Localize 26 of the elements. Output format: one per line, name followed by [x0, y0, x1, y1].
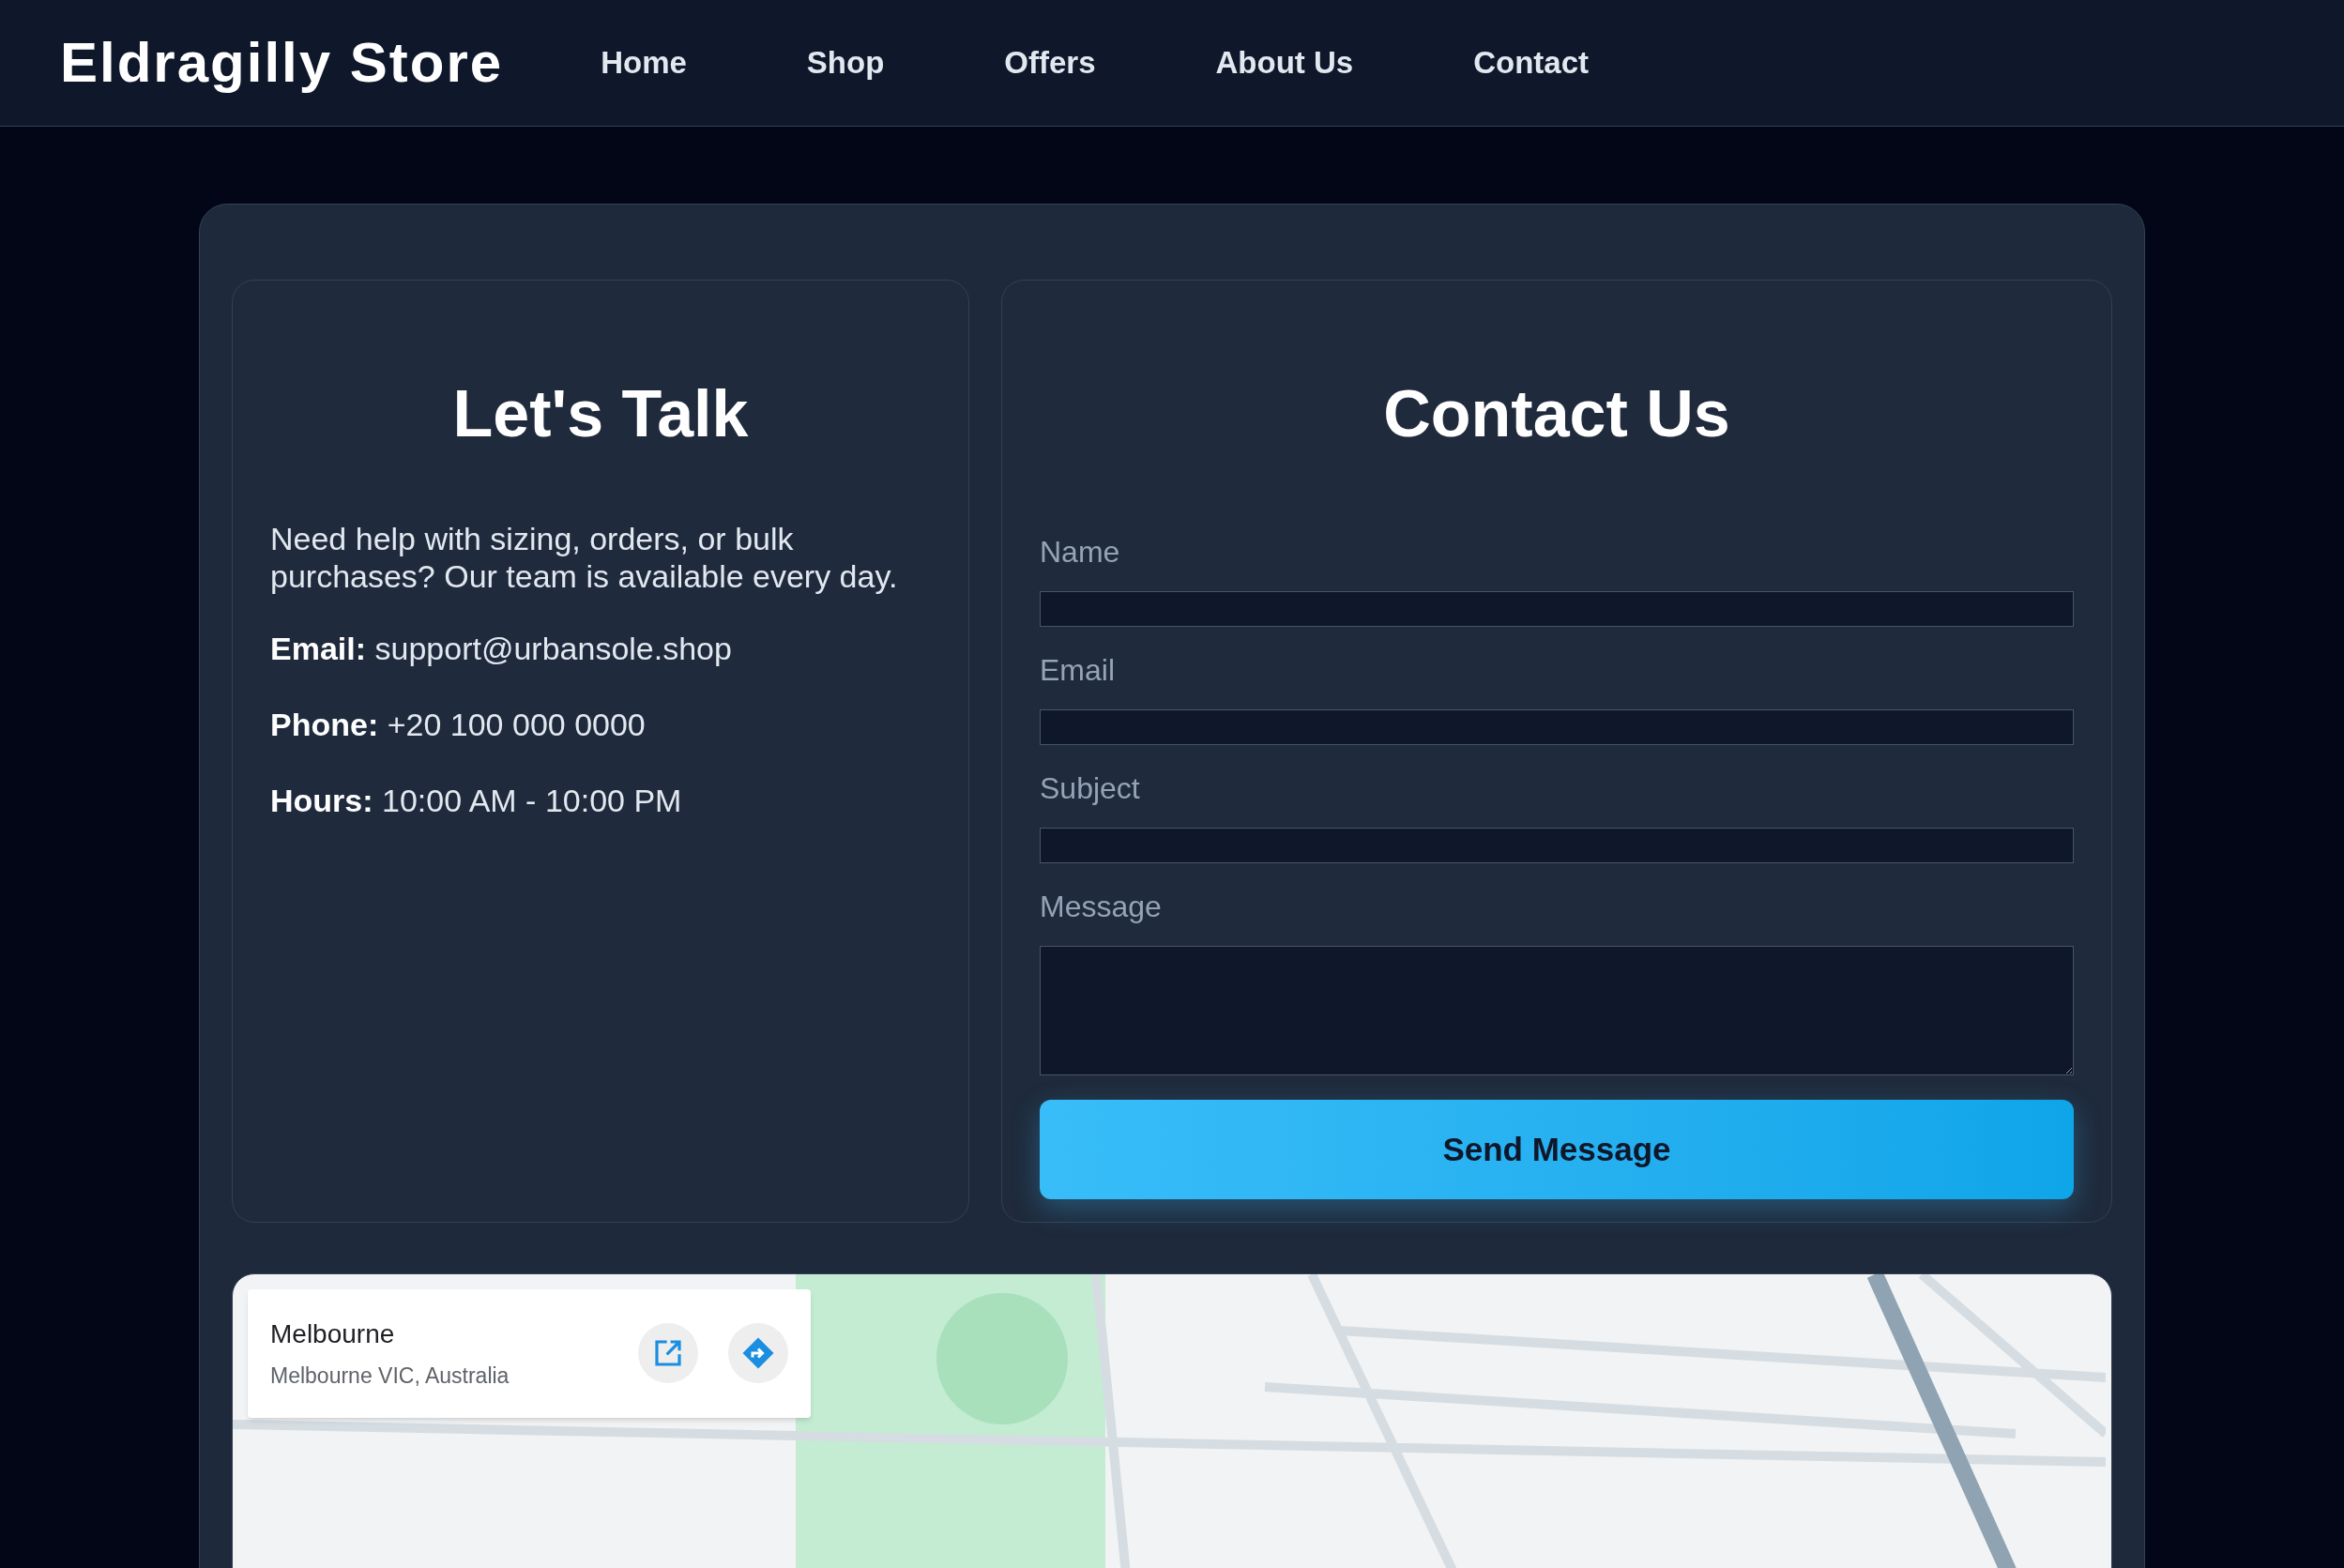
directions-icon: [741, 1336, 775, 1371]
contact-detail: Phone: +20 100 000 0000: [270, 706, 647, 744]
send-button[interactable]: Send Message: [1040, 1100, 2074, 1199]
form-title: Contact Us: [1382, 376, 1731, 452]
input-field[interactable]: [1040, 828, 2074, 863]
input-field[interactable]: [1040, 709, 2074, 745]
external-link-icon: [653, 1338, 683, 1369]
message-field[interactable]: [1040, 946, 2074, 1075]
place-address: Melbourne VIC, Australia: [270, 1362, 510, 1391]
field-label: Name: [1040, 534, 1121, 571]
field-label: Message: [1040, 889, 1163, 925]
info-title: Let's Talk: [451, 376, 750, 452]
field-label: Subject: [1040, 770, 1141, 807]
nav-link[interactable]: Home: [559, 39, 728, 86]
nav-link[interactable]: About Us: [1174, 39, 1395, 86]
info-intro: Need help with sizing, orders, or bulk purchases? Our team is available every day.: [270, 520, 899, 595]
store-logo[interactable]: Eldragilly Store: [60, 21, 504, 105]
contact-detail: Email: support@urbansole.shop: [270, 630, 733, 668]
input-field[interactable]: [1040, 591, 2074, 627]
contact-detail: Hours: 10:00 AM - 10:00 PM: [270, 782, 683, 820]
place-name: Melbourne: [270, 1318, 396, 1351]
nav-link[interactable]: Shop: [765, 39, 926, 86]
nav-link[interactable]: Offers: [963, 39, 1137, 86]
field-label: Email: [1040, 652, 1116, 689]
nav-link[interactable]: Contact: [1432, 39, 1630, 86]
map-placeholder[interactable]: Melbourne Melbourne VIC, Australia: [232, 1272, 2112, 1568]
